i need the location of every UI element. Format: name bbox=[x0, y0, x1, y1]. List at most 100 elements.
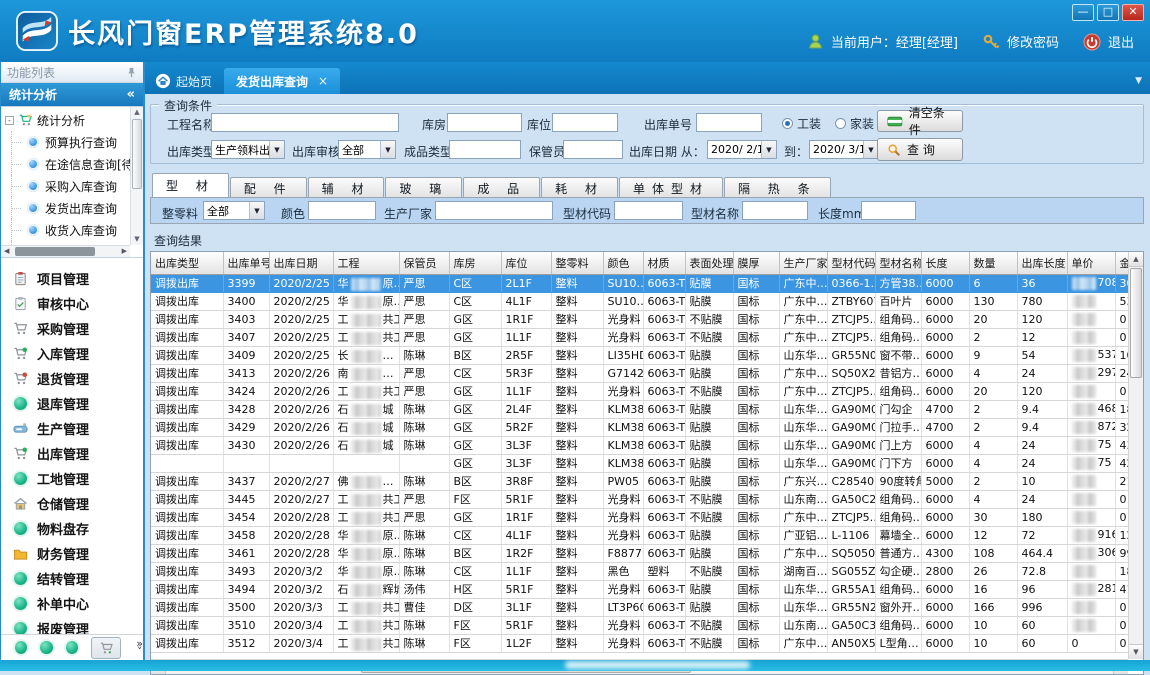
table-row[interactable]: 调拨出库34942020/3/2石辉城汤伟H区5R1F整料光身料6063-T5贴… bbox=[151, 580, 1128, 598]
tree-item-0[interactable]: 预算执行查询 bbox=[1, 131, 130, 153]
vertical-scroll-thumb[interactable] bbox=[1130, 268, 1142, 378]
radio-jiazhuang[interactable]: 家装 bbox=[835, 115, 874, 132]
table-row[interactable]: 调拨出库34372020/2/27佛…陈琳B区3R8F整料PW056063-T5… bbox=[151, 472, 1128, 490]
clear-conditions-button[interactable]: 清空条件 bbox=[877, 110, 963, 132]
footer-cart-button[interactable] bbox=[91, 637, 121, 659]
table-row[interactable]: 调拨出库34002020/2/25华原…严思C区4L1F整料SU10…6063-… bbox=[151, 292, 1128, 310]
maximize-button[interactable]: □ bbox=[1097, 4, 1119, 21]
column-header[interactable]: 单价 bbox=[1067, 252, 1115, 274]
tree-horizontal-scrollbar[interactable]: ◀ ▶ bbox=[1, 245, 130, 257]
tree-expander-icon[interactable]: - bbox=[5, 116, 14, 125]
tree-vertical-scrollbar[interactable]: ▲ ▼ bbox=[130, 107, 143, 245]
tree-item-1[interactable]: 在途信息查询[待 bbox=[1, 153, 130, 175]
tab-active[interactable]: 发货出库查询 × bbox=[224, 68, 340, 94]
tree-item-3[interactable]: 发货出库查询 bbox=[1, 197, 130, 219]
tab-home[interactable]: 起始页 bbox=[145, 68, 224, 94]
table-row[interactable]: 调拨出库34132020/2/26南…严思C区5R3F整料G714226063-… bbox=[151, 364, 1128, 382]
sidebar-item-13[interactable]: 补单中心 bbox=[1, 591, 143, 616]
out-no-input[interactable] bbox=[696, 113, 762, 132]
sidebar-item-6[interactable]: 生产管理 bbox=[1, 416, 143, 441]
date-from-picker[interactable]: 2020/ 2/16 ▼ bbox=[707, 140, 777, 159]
material-tab-7[interactable]: 隔 热 条 bbox=[724, 177, 831, 198]
tab-overflow-icon[interactable]: ▼ bbox=[1135, 76, 1142, 86]
material-tab-3[interactable]: 玻 璃 bbox=[385, 177, 462, 198]
column-header[interactable]: 出库长度 bbox=[1017, 252, 1067, 274]
change-password-link[interactable]: 修改密码 bbox=[1007, 32, 1059, 51]
sidebar-item-8[interactable]: 工地管理 bbox=[1, 466, 143, 491]
logout-link[interactable]: 退出 bbox=[1108, 32, 1134, 51]
sidebar-item-9[interactable]: 仓储管理 bbox=[1, 491, 143, 516]
column-header[interactable]: 出库日期 bbox=[269, 252, 333, 274]
column-header[interactable]: 颜色 bbox=[603, 252, 643, 274]
material-tab-6[interactable]: 单体型材 bbox=[619, 177, 723, 198]
column-header[interactable]: 生产厂家 bbox=[779, 252, 827, 274]
sidebar-item-5[interactable]: 退库管理 bbox=[1, 391, 143, 416]
table-row[interactable]: G区3L3F整料KLM38176063-T5贴膜国标山东华…GA90M09.门下… bbox=[151, 454, 1128, 472]
sidebar-item-14[interactable]: 报废管理 bbox=[1, 616, 143, 634]
out-audit-select[interactable]: 全部 ▼ bbox=[338, 140, 396, 159]
column-header[interactable]: 长度 bbox=[921, 252, 969, 274]
collapse-icon[interactable]: « bbox=[127, 87, 135, 102]
table-row[interactable]: 调拨出库35002020/3/3工共工程曹佳D区3L1F整料LT3P606063… bbox=[151, 598, 1128, 616]
footer-circle-icon[interactable] bbox=[40, 641, 52, 654]
material-tab-4[interactable]: 成 品 bbox=[463, 177, 540, 198]
tree-root[interactable]: - 统计分析 bbox=[1, 109, 130, 131]
table-row[interactable]: 调拨出库34302020/2/26石城陈琳G区3L3F整料KLM38176063… bbox=[151, 436, 1128, 454]
date-to-picker[interactable]: 2020/ 3/16 ▼ bbox=[809, 140, 879, 159]
sidebar-item-0[interactable]: 项目管理 bbox=[1, 266, 143, 291]
location-input[interactable] bbox=[552, 113, 618, 132]
table-row[interactable]: 调拨出库34542020/2/28工共工程严思G区1R1F整料光身料6063-T… bbox=[151, 508, 1128, 526]
sidebar-item-11[interactable]: 财务管理 bbox=[1, 541, 143, 566]
scroll-down-icon[interactable]: ▼ bbox=[1129, 644, 1143, 659]
table-row[interactable]: 调拨出库34032020/2/25工共工程严思G区1R1F整料光身料6063-T… bbox=[151, 310, 1128, 328]
radio-gongzhuang[interactable]: 工装 bbox=[782, 115, 821, 132]
sidebar-item-12[interactable]: 结转管理 bbox=[1, 566, 143, 591]
material-tab-0[interactable]: 型 材 bbox=[152, 173, 229, 198]
column-header[interactable]: 数量 bbox=[969, 252, 1017, 274]
column-header[interactable]: 工程 bbox=[333, 252, 399, 274]
close-tab-icon[interactable]: × bbox=[318, 74, 328, 88]
table-row[interactable]: 调拨出库34092020/2/25长…陈琳B区2R5F整料LI35HD6063-… bbox=[151, 346, 1128, 364]
length-input[interactable] bbox=[861, 201, 916, 220]
out-type-select[interactable]: 生产领料出库 ▼ bbox=[211, 140, 285, 159]
profile-name-input[interactable] bbox=[742, 201, 808, 220]
whole-part-select[interactable]: 全部 ▼ bbox=[203, 201, 265, 220]
column-header[interactable]: 型材代码 bbox=[827, 252, 875, 274]
manufacturer-input[interactable] bbox=[435, 201, 553, 220]
sidebar-item-1[interactable]: 审核中心 bbox=[1, 291, 143, 316]
table-row[interactable]: 调拨出库35122020/3/4工共工程陈琳F区1L2F整料光身料6063-T5… bbox=[151, 634, 1128, 652]
table-row[interactable]: 调拨出库35102020/3/4工共工程陈琳F区5R1F整料光身料6063-T5… bbox=[151, 616, 1128, 634]
keeper-input[interactable] bbox=[563, 140, 623, 159]
column-header[interactable]: 出库单号 bbox=[223, 252, 269, 274]
warehouse-input[interactable] bbox=[447, 113, 522, 132]
search-button[interactable]: 查 询 bbox=[877, 138, 963, 161]
sidebar-section-header[interactable]: 统计分析 « bbox=[1, 83, 143, 106]
table-row[interactable]: 调拨出库34932020/3/2华原…陈琳C区1L1F整料黑色塑料不贴膜国标湖南… bbox=[151, 562, 1128, 580]
scroll-up-icon[interactable]: ▲ bbox=[1129, 252, 1143, 267]
product-type-input[interactable] bbox=[449, 140, 521, 159]
table-row[interactable]: 调拨出库34452020/2/27工共工程严思F区5R1F整料光身料6063-T… bbox=[151, 490, 1128, 508]
sidebar-item-7[interactable]: 出库管理 bbox=[1, 441, 143, 466]
more-buttons-icon[interactable]: »˅ bbox=[136, 640, 143, 656]
tree-item-4[interactable]: 收货入库查询 bbox=[1, 219, 130, 241]
column-header[interactable]: 膜厚 bbox=[733, 252, 779, 274]
tree-item-2[interactable]: 采购入库查询 bbox=[1, 175, 130, 197]
project-name-input[interactable] bbox=[211, 113, 399, 132]
close-button[interactable]: ✕ bbox=[1122, 4, 1144, 21]
color-input[interactable] bbox=[308, 201, 376, 220]
table-row[interactable]: 调拨出库34582020/2/28华原…陈琳C区4L1F整料光身料6063-T5… bbox=[151, 526, 1128, 544]
table-row[interactable]: 调拨出库34242020/2/26工共工程严思G区1L1F整料光身料6063-T… bbox=[151, 382, 1128, 400]
footer-circle-icon[interactable] bbox=[15, 641, 27, 654]
column-header[interactable]: 型材名称 bbox=[875, 252, 921, 274]
pin-icon[interactable] bbox=[126, 67, 137, 78]
footer-circle-icon[interactable] bbox=[66, 641, 78, 654]
table-row[interactable]: 调拨出库34612020/2/28华原…陈琳B区1R2F整料F8877FT606… bbox=[151, 544, 1128, 562]
sidebar-item-2[interactable]: 采购管理 bbox=[1, 316, 143, 341]
table-row[interactable]: 调拨出库34292020/2/26石城陈琳G区5R2F整料KLM38176063… bbox=[151, 418, 1128, 436]
table-row[interactable]: 调拨出库34072020/2/25工共工程严思G区1L1F整料光身料6063-T… bbox=[151, 328, 1128, 346]
column-header[interactable]: 出库类型 bbox=[151, 252, 223, 274]
column-header[interactable]: 整零料 bbox=[551, 252, 603, 274]
sidebar-item-3[interactable]: 入库管理 bbox=[1, 341, 143, 366]
column-header[interactable]: 库房 bbox=[449, 252, 501, 274]
column-header[interactable]: 保管员 bbox=[399, 252, 449, 274]
